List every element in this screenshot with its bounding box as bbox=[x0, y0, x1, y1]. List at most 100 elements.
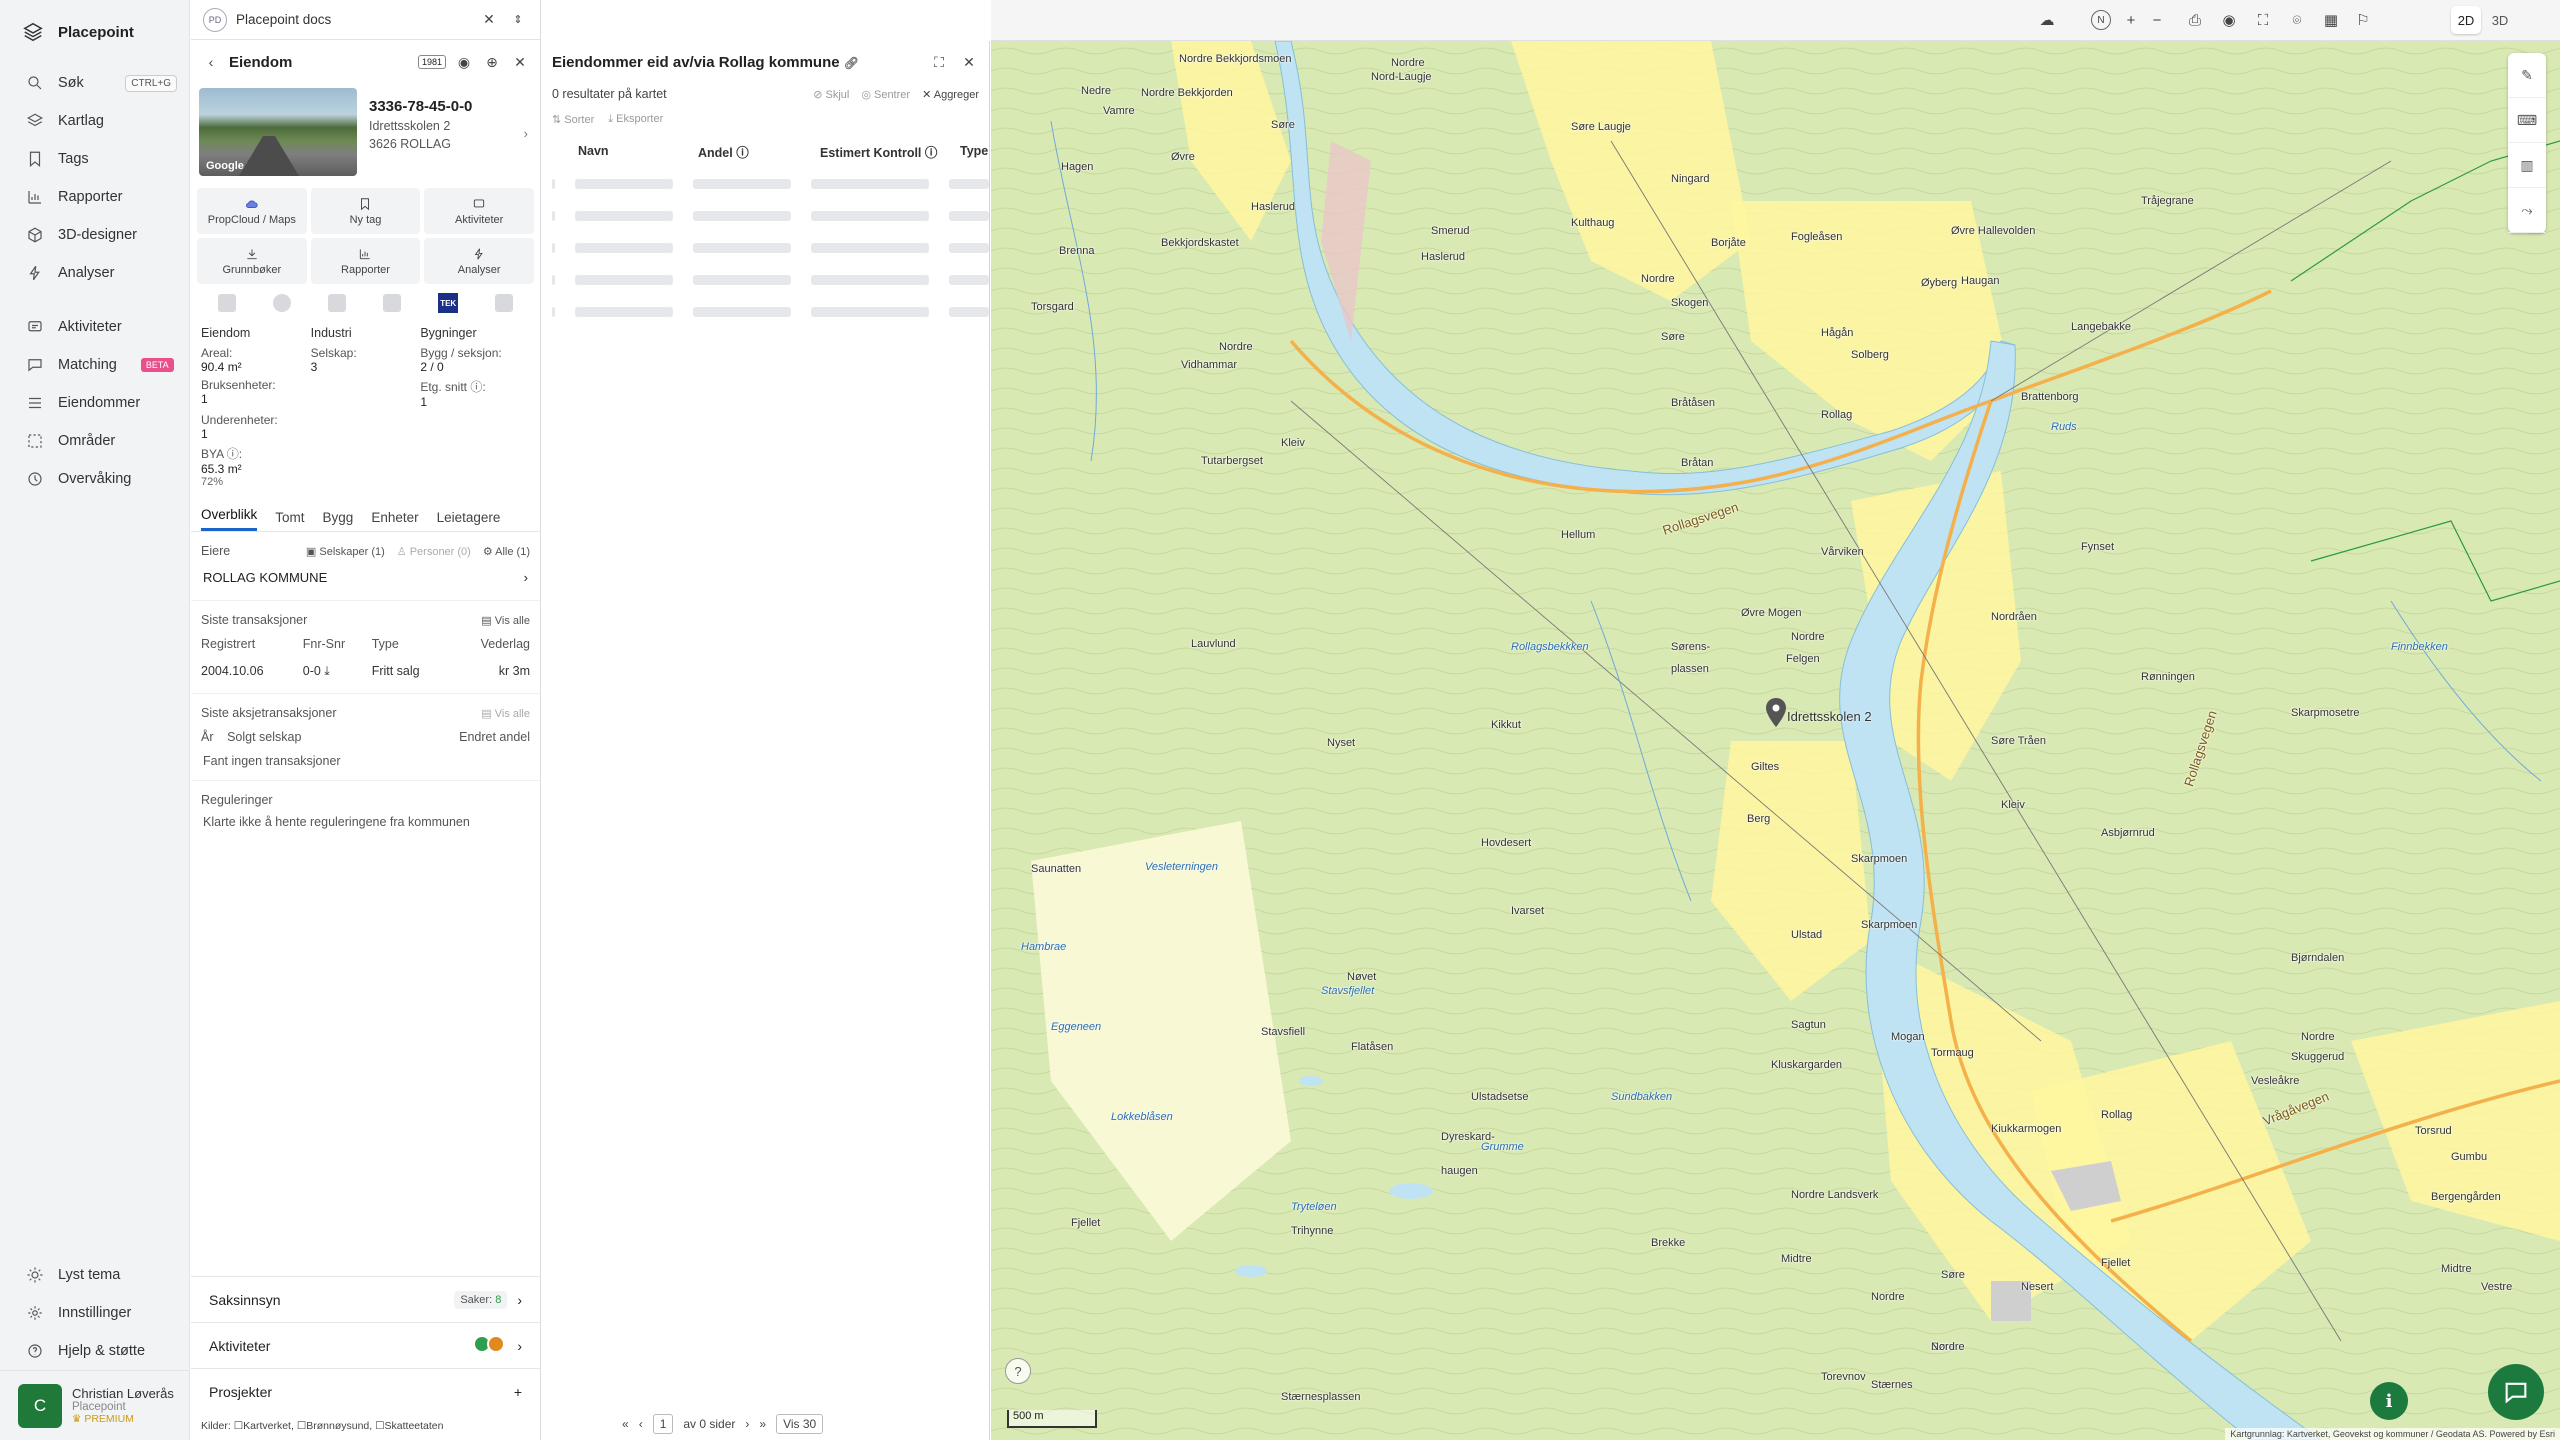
sort-button[interactable]: ⇅ Sorter bbox=[552, 113, 594, 126]
last-page-icon[interactable]: » bbox=[759, 1417, 766, 1431]
nav-item-light-theme[interactable]: Lyst tema bbox=[0, 1256, 189, 1294]
tab-plot[interactable]: Tomt bbox=[275, 510, 304, 531]
propcloud-button[interactable]: PropCloud / Maps bbox=[197, 188, 307, 234]
filter-persons[interactable]: ♙ Personer (0) bbox=[397, 545, 471, 558]
hide-button[interactable]: ⊘ Skjul bbox=[813, 88, 849, 101]
column-header[interactable]: Type bbox=[960, 144, 988, 158]
chat-support-button[interactable] bbox=[2488, 1364, 2544, 1420]
info-icon[interactable]: i bbox=[2370, 1382, 2408, 1420]
address-block[interactable]: 3336-78-45-0-0 Idrettsskolen 2 3626 ROLL… bbox=[369, 88, 532, 176]
back-icon[interactable]: ‹ bbox=[201, 52, 221, 72]
eye-icon[interactable]: ◉ bbox=[454, 52, 474, 72]
nav-item-monitoring[interactable]: Overvåking bbox=[0, 460, 189, 498]
nav-item-layers[interactable]: Kartlag bbox=[0, 102, 189, 140]
place-label: Tutarbergset bbox=[1201, 455, 1263, 467]
home-source-icon[interactable] bbox=[495, 294, 514, 312]
nav-item-tags[interactable]: Tags bbox=[0, 140, 189, 178]
close-icon[interactable]: ✕ bbox=[959, 52, 979, 72]
case-access-row[interactable]: Saksinnsyn Saker: 8 › bbox=[191, 1276, 540, 1322]
bookmark-icon[interactable]: ⚐ bbox=[2353, 10, 2373, 30]
next-page-icon[interactable]: › bbox=[745, 1417, 749, 1431]
eye-icon[interactable]: ◉ bbox=[2219, 10, 2239, 30]
location-pin-icon[interactable] bbox=[1765, 698, 1787, 731]
zoom-in-icon[interactable]: + bbox=[2121, 10, 2141, 30]
column-header[interactable]: Navn bbox=[578, 144, 698, 158]
plus-icon[interactable]: + bbox=[514, 1384, 522, 1400]
source-link[interactable]: ☐Kartverket, bbox=[234, 1420, 294, 1432]
aggregate-button[interactable]: ✕ Aggreger bbox=[922, 88, 979, 101]
table-cell: 2004.10.06 bbox=[201, 664, 264, 678]
nav-item-reports[interactable]: Rapporter bbox=[0, 178, 189, 216]
avatar bbox=[487, 1335, 506, 1353]
link-icon[interactable]: 🔗︎ bbox=[844, 56, 859, 70]
brand[interactable]: Placepoint bbox=[0, 0, 189, 64]
column-header[interactable]: Andel ⓘ bbox=[698, 142, 820, 161]
nav-item-settings[interactable]: Innstillinger bbox=[0, 1294, 189, 1332]
tab-tenants[interactable]: Leietagere bbox=[437, 510, 501, 531]
fullscreen-icon[interactable]: ⛶ bbox=[929, 52, 949, 72]
nav-item-areas[interactable]: Områder bbox=[0, 422, 189, 460]
view-3d-toggle[interactable]: 3D bbox=[2485, 6, 2515, 34]
projects-row[interactable]: Prosjekter + bbox=[191, 1368, 540, 1414]
tab-overview[interactable]: Overblikk bbox=[201, 507, 258, 531]
activities-row[interactable]: Aktiviteter › bbox=[191, 1322, 540, 1368]
view-2d-toggle[interactable]: 2D bbox=[2451, 6, 2481, 34]
tek-source-icon[interactable]: TEK bbox=[438, 293, 459, 313]
add-circle-icon[interactable]: ⊕ bbox=[482, 52, 502, 72]
user-card[interactable]: C Christian Løverås Placepoint ♛ PREMIUM bbox=[0, 1370, 189, 1440]
nav-item-help[interactable]: Hjelp & støtte bbox=[0, 1332, 189, 1370]
nav-item-matching[interactable]: Matching BETA bbox=[0, 346, 189, 384]
tab-units[interactable]: Enheter bbox=[371, 510, 418, 531]
tab-building[interactable]: Bygg bbox=[323, 510, 354, 531]
nav-item-activities[interactable]: Aktiviteter bbox=[0, 308, 189, 346]
show-all-button[interactable]: ▤ Vis alle bbox=[481, 707, 530, 720]
per-page-select[interactable]: Vis 30 bbox=[776, 1414, 824, 1434]
place-label: Vidhammar bbox=[1181, 359, 1238, 371]
close-icon[interactable]: ✕ bbox=[479, 10, 499, 30]
filter-all[interactable]: ⚙ Alle (1) bbox=[483, 545, 530, 558]
fullscreen-icon[interactable]: ⛶ bbox=[2253, 10, 2273, 30]
street-view-photo[interactable]: Google bbox=[199, 88, 357, 176]
print-icon[interactable]: ⎙ bbox=[2185, 10, 2205, 30]
activities-button[interactable]: Aktiviteter bbox=[424, 188, 534, 234]
reports-button[interactable]: Rapporter bbox=[310, 238, 421, 284]
nav-item-properties[interactable]: Eiendommer bbox=[0, 384, 189, 422]
export-button[interactable]: ⤓ Eksporter bbox=[608, 113, 663, 126]
cloud-layers-icon[interactable]: ☁ bbox=[2037, 10, 2057, 30]
analyses-button[interactable]: Analyser bbox=[424, 238, 534, 284]
nav-item-3d-designer[interactable]: 3D-designer bbox=[0, 216, 189, 254]
grid-icon[interactable]: ▦ bbox=[2321, 10, 2341, 30]
chart-icon[interactable]: ▥ bbox=[2508, 143, 2546, 188]
close-icon[interactable]: ✕ bbox=[510, 52, 530, 72]
new-tag-button[interactable]: Ny tag bbox=[310, 188, 421, 234]
draw-icon[interactable]: ✎ bbox=[2508, 53, 2546, 98]
building-source-icon[interactable] bbox=[217, 294, 236, 312]
stats-source-icon[interactable] bbox=[383, 294, 402, 312]
first-page-icon[interactable]: « bbox=[622, 1417, 629, 1431]
map-help-icon[interactable]: ? bbox=[1005, 1358, 1031, 1384]
route-icon[interactable]: ⤳ bbox=[2508, 188, 2546, 233]
compass-icon[interactable]: N bbox=[2091, 10, 2111, 30]
source-link[interactable]: ☐Skatteetaten bbox=[375, 1420, 443, 1432]
land-registry-button[interactable]: Grunnbøker bbox=[197, 238, 307, 284]
filter-label: Personer (0) bbox=[409, 545, 471, 558]
nav-item-analyses[interactable]: Analyser bbox=[0, 254, 189, 292]
camera-icon[interactable]: ⌾ bbox=[2287, 10, 2307, 30]
expand-collapse-icon[interactable]: ⇕ bbox=[508, 10, 528, 30]
show-all-button[interactable]: ▤ Vis alle bbox=[481, 614, 530, 627]
nav-item-search[interactable]: Søk CTRL+G bbox=[0, 64, 189, 102]
industry-source-icon[interactable] bbox=[327, 294, 346, 312]
doc-tab[interactable]: PD Placepoint docs ✕ ⇕ bbox=[191, 0, 540, 40]
center-button[interactable]: ◎ Sentrer bbox=[861, 88, 910, 101]
prev-page-icon[interactable]: ‹ bbox=[639, 1417, 643, 1431]
globe-source-icon[interactable] bbox=[272, 294, 291, 312]
source-link[interactable]: ☐Brønnøysund, bbox=[297, 1420, 372, 1432]
owner-row[interactable]: ROLLAG KOMMUNE › bbox=[201, 562, 530, 592]
column-header[interactable]: Estimert Kontroll ⓘ bbox=[820, 142, 960, 161]
zoom-out-icon[interactable]: − bbox=[2147, 10, 2167, 30]
map-canvas[interactable]: Nordre Bekkjordsmoen Nordre Nord-Laugje Vam… bbox=[991, 41, 2560, 1440]
filter-companies[interactable]: ▣ Selskaper (1) bbox=[306, 545, 385, 558]
measure-icon[interactable]: ⌨ bbox=[2508, 98, 2546, 143]
page-input[interactable]: 1 bbox=[652, 1414, 674, 1434]
table-row[interactable]: 2004.10.06 0-0 ⤓ Fritt salg kr 3m bbox=[201, 657, 530, 685]
